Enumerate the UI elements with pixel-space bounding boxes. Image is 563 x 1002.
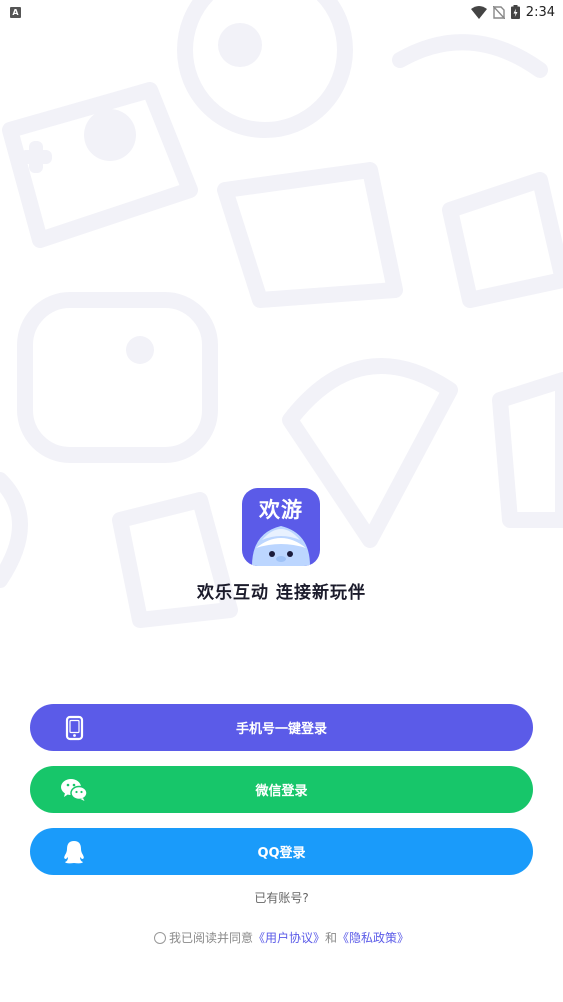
- status-time: 2:34: [525, 4, 555, 20]
- slogan: 欢乐互动 连接新玩伴: [197, 583, 366, 603]
- phone-icon: [65, 715, 84, 741]
- privacy-policy-link[interactable]: 《隐私政策》: [337, 929, 409, 946]
- notification-icon: A: [10, 6, 21, 18]
- wechat-login-button[interactable]: 微信登录: [30, 766, 533, 813]
- agreement-prefix: 我已阅读并同意: [168, 931, 253, 945]
- phone-login-button[interactable]: 手机号一键登录: [30, 704, 533, 751]
- qq-login-button[interactable]: QQ登录: [30, 828, 533, 875]
- logo-text: 欢游: [259, 498, 303, 522]
- qq-icon: [64, 841, 84, 864]
- wechat-icon: [61, 779, 88, 801]
- wifi-icon: [470, 5, 487, 19]
- user-agreement-link[interactable]: 《用户协议》: [253, 929, 325, 946]
- battery-charging-icon: [510, 5, 520, 19]
- has-account-link[interactable]: 已有账号?: [0, 889, 563, 906]
- agreement-row: 我已阅读并同意 《用户协议》 和 《隐私政策》: [0, 929, 563, 946]
- phone-login-label: 手机号一键登录: [235, 722, 327, 737]
- no-sim-icon: [492, 5, 505, 19]
- status-bar: A 2:34: [0, 0, 563, 24]
- qq-login-label: QQ登录: [257, 846, 306, 861]
- agreement-conjunction: 和: [325, 931, 338, 945]
- agreement-checkbox[interactable]: [153, 931, 166, 944]
- wechat-login-label: 微信登录: [255, 784, 308, 799]
- app-logo: 欢游: [242, 488, 320, 566]
